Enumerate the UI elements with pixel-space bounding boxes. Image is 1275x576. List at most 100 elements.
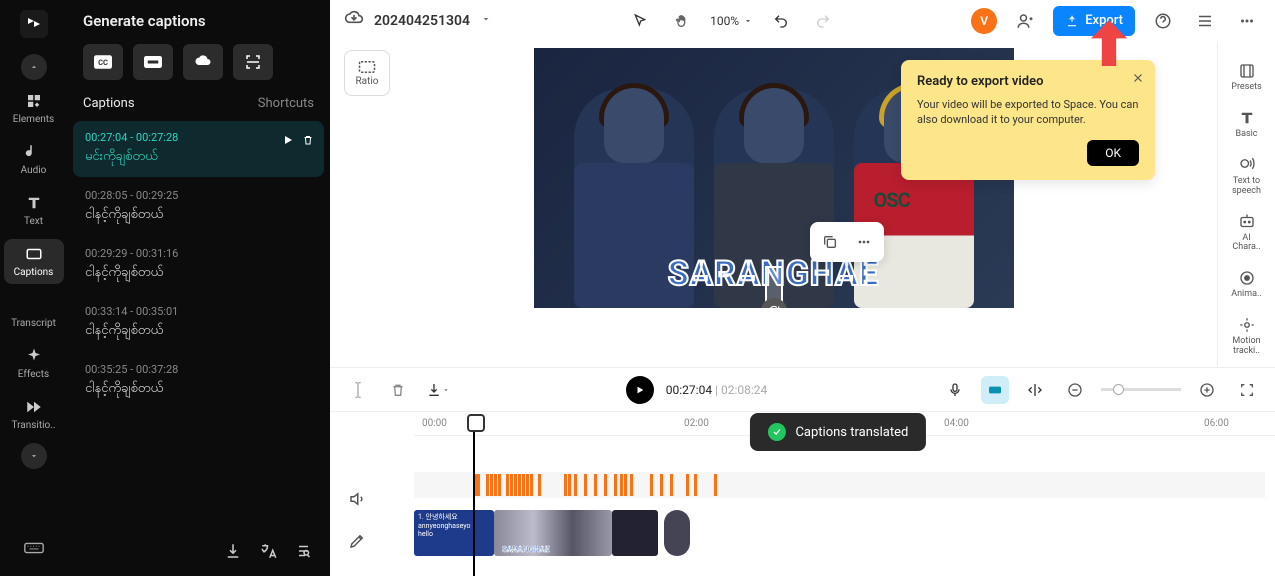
chevron-down-icon[interactable] [480, 13, 492, 29]
audio-waveform[interactable] [414, 472, 1265, 498]
rail-label: Captions [14, 267, 54, 278]
fit-icon[interactable] [1233, 376, 1261, 404]
zoom-dropdown[interactable]: 100% [710, 14, 753, 28]
add-user-icon[interactable] [1011, 7, 1039, 35]
video-track[interactable]: 1. 안녕하세요annyeonghaseyohello SARANGHAE [414, 510, 690, 556]
hand-tool-icon[interactable] [668, 7, 696, 35]
main-area: 202404251304 100% V Export Ratio OSC SAR… [330, 0, 1275, 576]
rail-label: Elements [13, 114, 54, 125]
caption-item[interactable]: 00:33:14 - 00:35:01ငါနင့်ကိုချစ်တယ် [73, 295, 324, 351]
panel-title: Generate captions [67, 12, 330, 44]
edit-track-icon[interactable] [348, 532, 414, 554]
layers-icon[interactable] [1191, 7, 1219, 35]
collapse-icon[interactable] [21, 54, 47, 80]
panel-footer [67, 528, 330, 564]
more-icon[interactable] [1233, 7, 1261, 35]
export-button[interactable]: Export [1053, 6, 1135, 36]
ratio-button[interactable]: Ratio [344, 50, 390, 96]
close-icon[interactable] [1131, 70, 1145, 89]
caption-item[interactable]: 00:28:05 - 00:29:25ငါနင့်ကိုချစ်တယ် [73, 179, 324, 235]
captions-panel: Generate captions CC Captions Shortcuts … [67, 0, 330, 576]
mute-icon[interactable] [348, 490, 414, 512]
video-clip[interactable] [612, 510, 658, 556]
time-counter: 00:27:04 | 02:08:24 [666, 383, 767, 397]
timeline-toolbar: 00:27:04 | 02:08:24 [330, 367, 1275, 411]
video-clip[interactable]: SARANGHAE [494, 510, 612, 556]
project-name: 202404251304 [374, 13, 470, 29]
caption-text: မင်းကိုချစ်တယ် [85, 148, 312, 167]
redo-icon[interactable] [809, 7, 837, 35]
rail-label: Transitio.. [11, 420, 55, 431]
ok-button[interactable]: OK [1087, 140, 1139, 166]
shortcuts-link[interactable]: Shortcuts [258, 96, 314, 111]
right-rail: Presets Basic Text to speech AI Chara.. … [1217, 42, 1275, 367]
captions-toggle-icon[interactable] [981, 376, 1009, 404]
delete-caption-icon[interactable] [302, 131, 314, 150]
logo-icon[interactable] [20, 10, 48, 38]
zoom-out-icon[interactable] [1061, 376, 1089, 404]
video-clip[interactable] [664, 510, 690, 556]
cloud-icon [344, 9, 364, 33]
subtitle-icon[interactable] [133, 44, 173, 80]
rail-label: Transcript [11, 318, 56, 329]
tooltip-title: Ready to export video [917, 74, 1139, 89]
basic-button[interactable]: Basic [1221, 103, 1273, 146]
cloud-download-icon[interactable] [183, 44, 223, 80]
tts-button[interactable]: Text to speech [1221, 150, 1273, 203]
floating-toolbar [810, 222, 884, 262]
caption-list[interactable]: 00:27:04 - 00:27:28 မင်းကိုချစ်တယ် 00:28… [67, 121, 330, 528]
cursor-text-icon[interactable] [344, 376, 372, 404]
rail-transitions[interactable]: Transitio.. [4, 392, 64, 437]
search-list-icon[interactable] [296, 542, 314, 564]
play-button[interactable] [626, 376, 654, 404]
help-icon[interactable] [1149, 7, 1177, 35]
export-tooltip: Ready to export video Your video will be… [901, 60, 1155, 180]
translate-icon[interactable] [260, 542, 278, 564]
motion-tracking-button[interactable]: Motion tracki.. [1221, 310, 1273, 363]
rail-transcript[interactable]: Transcript [4, 290, 64, 335]
more-options-icon[interactable] [850, 228, 878, 256]
undo-icon[interactable] [767, 7, 795, 35]
rail-label: Audio [21, 165, 47, 176]
top-bar: 202404251304 100% V Export [330, 0, 1275, 42]
rail-audio[interactable]: Audio [4, 137, 64, 182]
toast: Captions translated [749, 413, 926, 451]
rail-text[interactable]: Text [4, 188, 64, 233]
caption-time: 00:27:04 - 00:27:28 [85, 131, 312, 144]
scan-icon[interactable] [233, 44, 273, 80]
rail-label: Effects [18, 369, 49, 380]
zoom-in-icon[interactable] [1193, 376, 1221, 404]
caption-item[interactable]: 00:35:25 - 00:37:28ငါနင့်ကိုချစ်တယ် [73, 353, 324, 409]
copy-icon[interactable] [816, 228, 844, 256]
captions-label: Captions [83, 96, 135, 111]
caption-item[interactable]: 00:29:29 - 00:31:16ငါနင့်ကိုချစ်တယ် [73, 237, 324, 293]
split-icon[interactable] [1021, 376, 1049, 404]
playhead[interactable] [473, 416, 475, 576]
delete-icon[interactable] [384, 376, 412, 404]
play-caption-icon[interactable] [282, 131, 294, 150]
download-clip-icon[interactable] [424, 376, 452, 404]
tooltip-body: Your video will be exported to Space. Yo… [917, 97, 1139, 128]
animation-button[interactable]: Anima.. [1221, 263, 1273, 306]
ai-chara-button[interactable]: AI Chara.. [1221, 207, 1273, 260]
zoom-slider[interactable] [1101, 388, 1181, 391]
download-icon[interactable] [224, 542, 242, 564]
avatar[interactable]: V [971, 8, 997, 34]
rail-captions[interactable]: Captions [4, 239, 64, 284]
caption-item[interactable]: 00:27:04 - 00:27:28 မင်းကိုချစ်တယ် [73, 121, 324, 177]
expand-icon[interactable] [21, 443, 47, 469]
svg-text:CC: CC [98, 58, 108, 67]
left-rail: Elements Audio Text Captions Transcript … [0, 0, 67, 576]
check-icon [767, 423, 785, 441]
cc-auto-icon[interactable]: CC [83, 44, 123, 80]
panel-tools: CC [67, 44, 330, 96]
captions-header: Captions Shortcuts [67, 96, 330, 121]
video-clip[interactable]: 1. 안녕하세요annyeonghaseyohello [414, 510, 494, 556]
keyboard-icon[interactable] [23, 537, 45, 562]
rail-effects[interactable]: Effects [4, 341, 64, 386]
rail-elements[interactable]: Elements [4, 86, 64, 131]
project-title-group[interactable]: 202404251304 [344, 9, 492, 33]
presets-button[interactable]: Presets [1221, 56, 1273, 99]
cursor-tool-icon[interactable] [626, 7, 654, 35]
mic-icon[interactable] [941, 376, 969, 404]
